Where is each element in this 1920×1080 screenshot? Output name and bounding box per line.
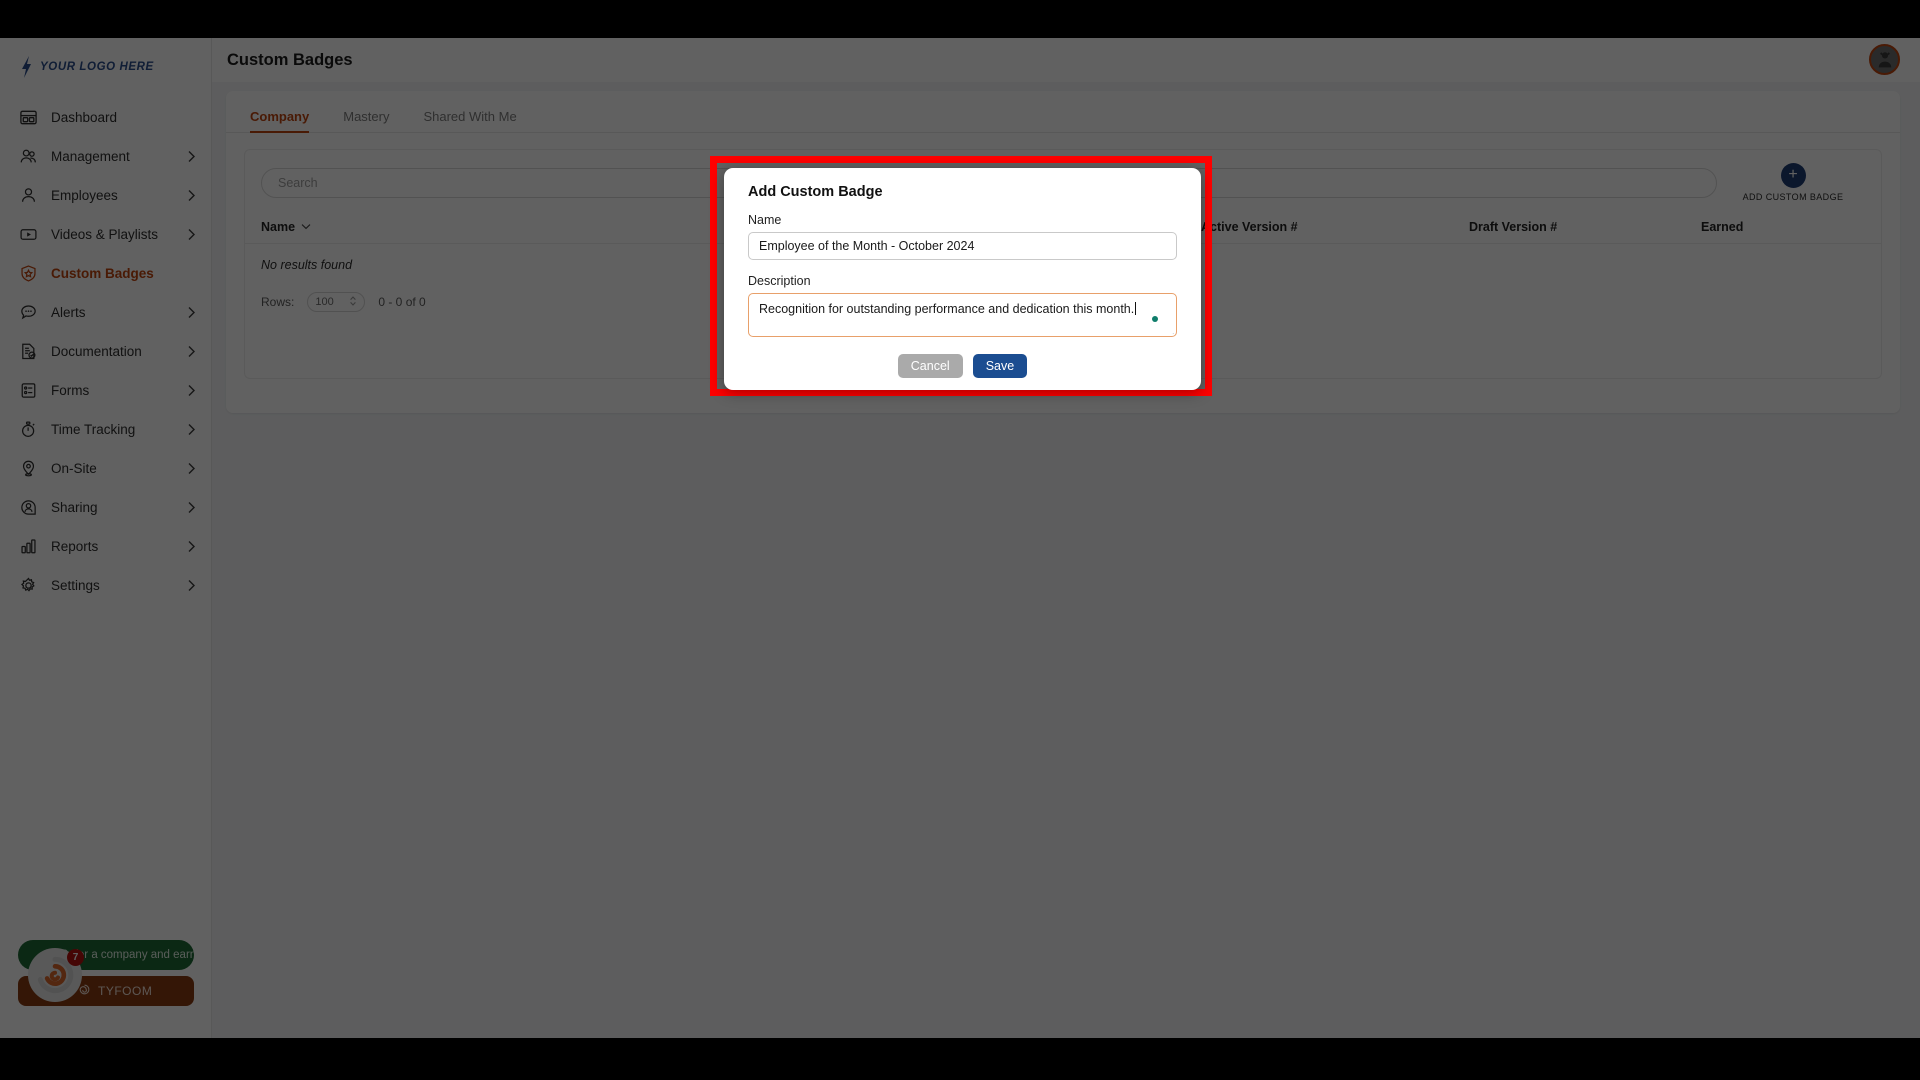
dialog-actions: Cancel Save	[748, 354, 1177, 378]
cancel-button[interactable]: Cancel	[897, 354, 963, 378]
app-root: YOUR LOGO HERE Dashboard	[0, 0, 1920, 1080]
status-dot-icon	[1152, 316, 1158, 322]
name-field-label: Name	[748, 213, 782, 227]
dialog-title: Add Custom Badge	[748, 184, 883, 200]
badge-name-input[interactable]: Employee of the Month - October 2024	[748, 232, 1177, 260]
add-custom-badge-dialog: Add Custom Badge Name Employee of the Mo…	[724, 168, 1201, 390]
description-field-label: Description	[748, 274, 811, 288]
badge-description-value: Recognition for outstanding performance …	[759, 302, 1135, 316]
badge-description-textarea[interactable]: Recognition for outstanding performance …	[748, 293, 1177, 337]
save-button[interactable]: Save	[972, 354, 1028, 378]
badge-name-value: Employee of the Month - October 2024	[759, 239, 975, 253]
resize-handle-icon[interactable]	[1166, 326, 1174, 334]
field-spacer	[748, 260, 1177, 274]
text-caret	[1135, 302, 1137, 315]
